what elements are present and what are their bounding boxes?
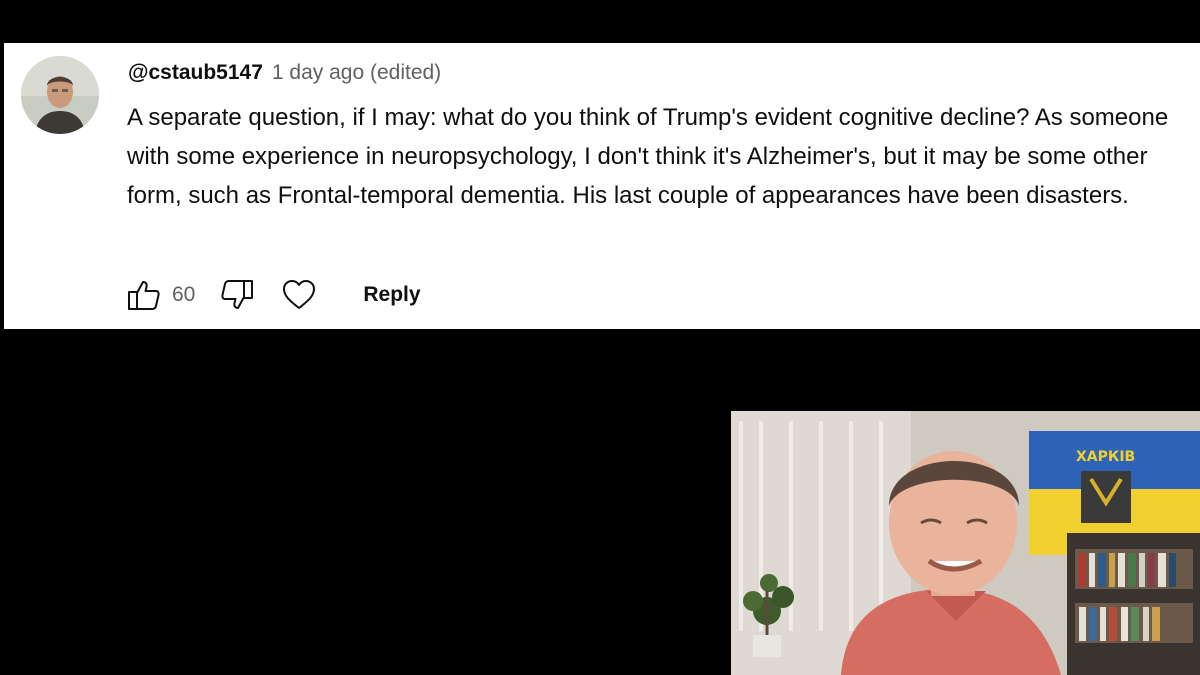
bookshelf [1067,533,1200,675]
comment-timestamp[interactable]: 1 day ago (edited) [272,61,441,85]
comment-actions: 60 Reply [124,277,421,313]
flag-text: ХАРКІВ [1076,449,1135,465]
comment-text: A separate question, if I may: what do y… [127,104,1169,209]
avatar-photo [21,56,99,134]
comment-username[interactable]: @cstaub5147 [128,61,263,85]
webcam-video: ХАРКІВ [731,411,1200,675]
thumbs-down-icon [221,280,254,309]
reply-button[interactable]: Reply [363,283,420,307]
webcam-scene: ХАРКІВ [731,411,1200,675]
dislike-button[interactable] [217,275,257,315]
thumbs-up-icon [128,281,160,310]
user-avatar[interactable] [21,56,99,134]
comment-meta: @cstaub5147 1 day ago (edited) [128,61,441,91]
comment-card: @cstaub5147 1 day ago (edited) A separat… [4,43,1200,329]
heart-button[interactable] [279,275,319,315]
heart-icon [283,280,316,309]
like-button[interactable] [124,275,164,315]
like-count: 60 [172,283,196,306]
